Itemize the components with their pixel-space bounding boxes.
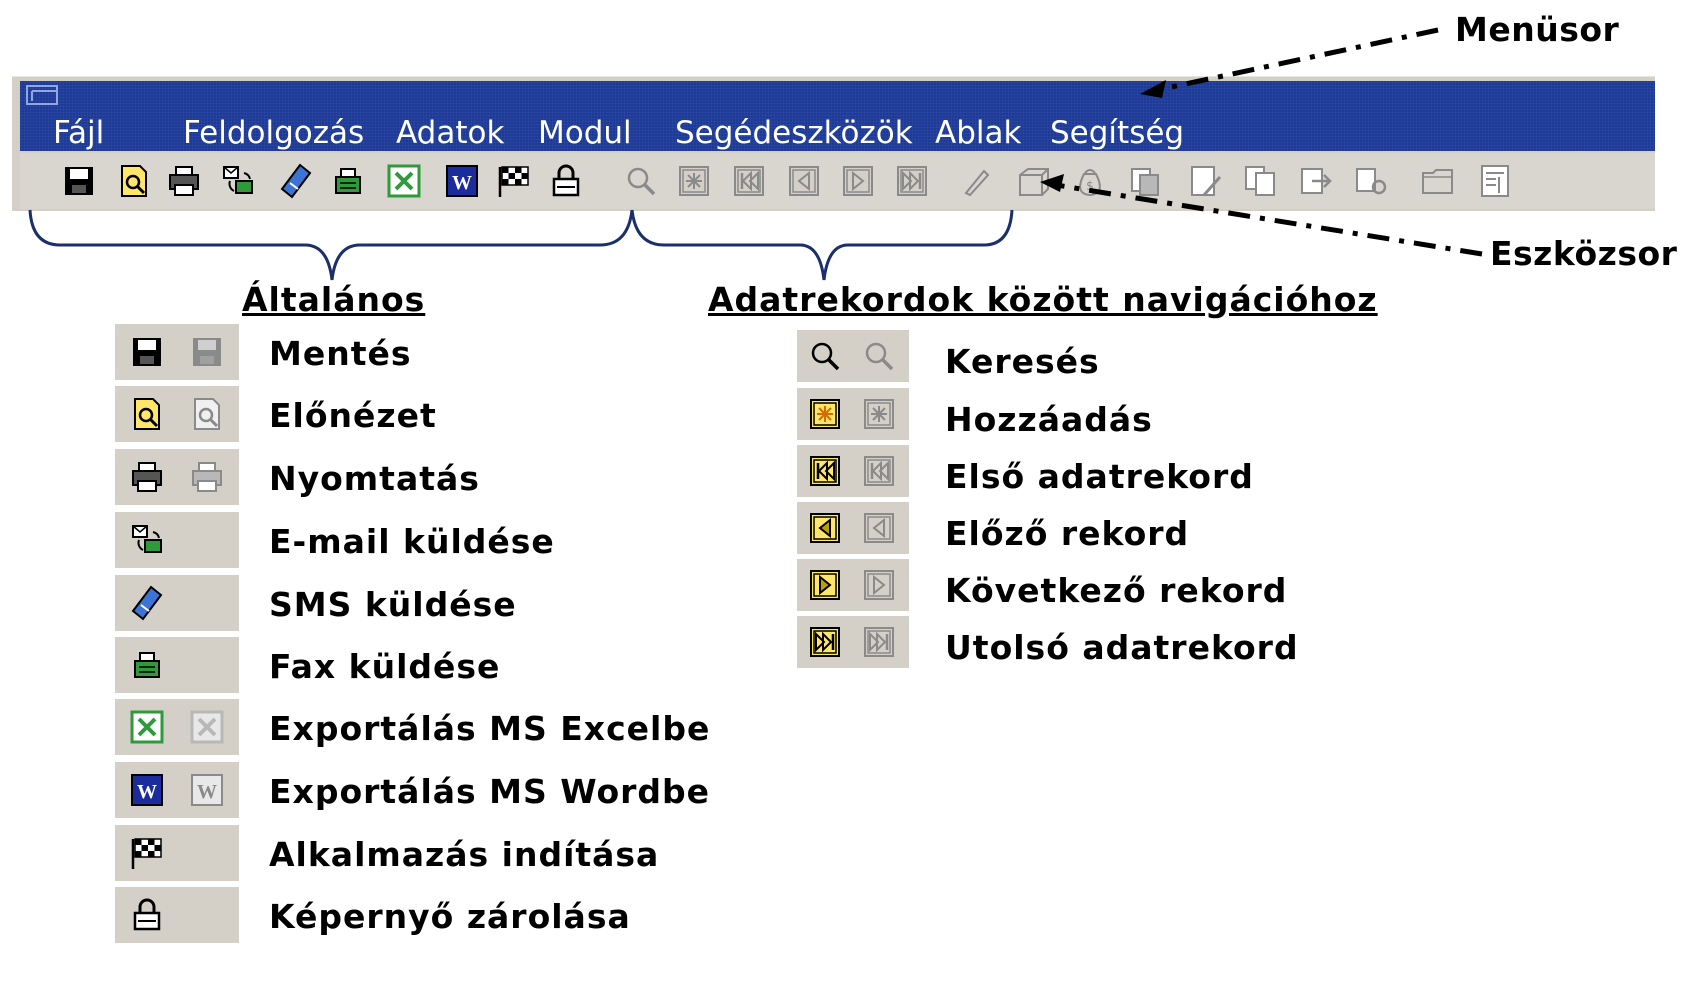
application-window: Fájl Feldolgozás Adatok Modul Segédeszkö… bbox=[12, 76, 1655, 211]
toolbar-copy-icon[interactable] bbox=[1239, 161, 1281, 201]
legend-label: Nyomtatás bbox=[269, 459, 480, 498]
legend-label: Exportálás MS Excelbe bbox=[269, 709, 711, 748]
toolbar-first-record-icon[interactable] bbox=[728, 161, 770, 201]
svg-text:$: $ bbox=[1086, 179, 1094, 193]
eszkozsor-callout: Eszközsor bbox=[1490, 234, 1678, 273]
legend-label: Mentés bbox=[269, 334, 412, 373]
menu-window[interactable]: Ablak bbox=[935, 115, 1021, 151]
toolbar-box-icon[interactable] bbox=[1013, 161, 1055, 201]
legend-label: Utolsó adatrekord bbox=[945, 628, 1299, 667]
svg-text:W: W bbox=[137, 781, 157, 803]
toolbar-save-icon[interactable] bbox=[58, 161, 100, 201]
toolbar-word-icon[interactable]: W bbox=[441, 161, 483, 201]
toolbar-next-record-icon[interactable] bbox=[837, 161, 879, 201]
toolbar-add-record-icon[interactable] bbox=[673, 161, 715, 201]
legend-icon-box bbox=[797, 559, 909, 611]
legend-label: SMS küldése bbox=[269, 585, 517, 624]
legend-label: Következő rekord bbox=[945, 571, 1288, 610]
menusor-callout: Menüsor bbox=[1455, 10, 1620, 49]
menu-tools[interactable]: Segédeszközök bbox=[675, 115, 913, 151]
legend-icon-box bbox=[797, 388, 909, 440]
toolbar-settings-icon[interactable] bbox=[1350, 161, 1392, 201]
legend-icon-box bbox=[115, 637, 239, 693]
legend-icon-box bbox=[115, 699, 239, 755]
application-icon bbox=[26, 85, 58, 105]
legend-label: Előző rekord bbox=[945, 514, 1190, 553]
toolbar: W $ bbox=[20, 153, 1655, 209]
toolbar-lock-icon[interactable] bbox=[545, 161, 587, 201]
legend-label: Keresés bbox=[945, 342, 1100, 381]
legend-label: Hozzáadás bbox=[945, 400, 1153, 439]
toolbar-document-edit-icon[interactable] bbox=[1185, 161, 1227, 201]
legend-label: Képernyő zárolása bbox=[269, 897, 631, 936]
legend-icon-box bbox=[115, 386, 239, 442]
general-brace bbox=[28, 209, 634, 281]
legend-icon-box bbox=[115, 512, 239, 568]
toolbar-search-icon[interactable] bbox=[620, 161, 662, 201]
menu-file[interactable]: Fájl bbox=[53, 115, 104, 151]
toolbar-excel-icon[interactable] bbox=[383, 161, 425, 201]
toolbar-email-icon[interactable] bbox=[217, 161, 259, 201]
toolbar-moneybag-icon[interactable]: $ bbox=[1069, 161, 1111, 201]
navigation-brace bbox=[630, 209, 1014, 281]
legend-icon-box bbox=[797, 330, 909, 382]
legend-icon-box bbox=[797, 445, 909, 497]
legend-icon-box bbox=[797, 616, 909, 668]
menu-module[interactable]: Modul bbox=[538, 115, 632, 151]
toolbar-sms-icon[interactable] bbox=[275, 161, 317, 201]
toolbar-pencil-icon[interactable] bbox=[955, 161, 997, 201]
legend-icon-box: WW bbox=[115, 762, 239, 818]
toolbar-previous-record-icon[interactable] bbox=[783, 161, 825, 201]
toolbar-preview-icon[interactable] bbox=[113, 161, 155, 201]
menu-processing[interactable]: Feldolgozás bbox=[183, 115, 364, 151]
legend-label: E-mail küldése bbox=[269, 522, 555, 561]
legend-label: Alkalmazás indítása bbox=[269, 835, 660, 874]
legend-icon-box bbox=[115, 324, 239, 380]
toolbar-folder-icon[interactable] bbox=[1417, 161, 1459, 201]
toolbar-print-icon[interactable] bbox=[163, 161, 205, 201]
menu-data[interactable]: Adatok bbox=[396, 115, 504, 151]
navigation-group-title: Adatrekordok között navigációhoz bbox=[708, 280, 1378, 319]
legend-icon-box bbox=[115, 887, 239, 943]
legend-icon-box bbox=[115, 449, 239, 505]
toolbar-transfer-icon[interactable] bbox=[1295, 161, 1337, 201]
toolbar-last-record-icon[interactable] bbox=[891, 161, 933, 201]
legend-icon-box bbox=[797, 502, 909, 554]
legend-label: Első adatrekord bbox=[945, 457, 1254, 496]
legend-icon-box bbox=[115, 575, 239, 631]
toolbar-fax-icon[interactable] bbox=[327, 161, 369, 201]
toolbar-checkered-flag-icon[interactable] bbox=[493, 161, 535, 201]
legend-label: Fax küldése bbox=[269, 647, 501, 686]
legend-label: Előnézet bbox=[269, 396, 437, 435]
legend-label: Exportálás MS Wordbe bbox=[269, 772, 711, 811]
svg-text:W: W bbox=[452, 172, 472, 194]
toolbar-document-stack-icon[interactable] bbox=[1125, 161, 1167, 201]
svg-text:W: W bbox=[197, 781, 217, 803]
menu-help[interactable]: Segítség bbox=[1050, 115, 1184, 151]
toolbar-report-icon[interactable] bbox=[1475, 161, 1517, 201]
menu-bar: Fájl Feldolgozás Adatok Modul Segédeszkö… bbox=[20, 81, 1655, 151]
legend-icon-box bbox=[115, 825, 239, 881]
general-group-title: Általános bbox=[242, 280, 426, 319]
